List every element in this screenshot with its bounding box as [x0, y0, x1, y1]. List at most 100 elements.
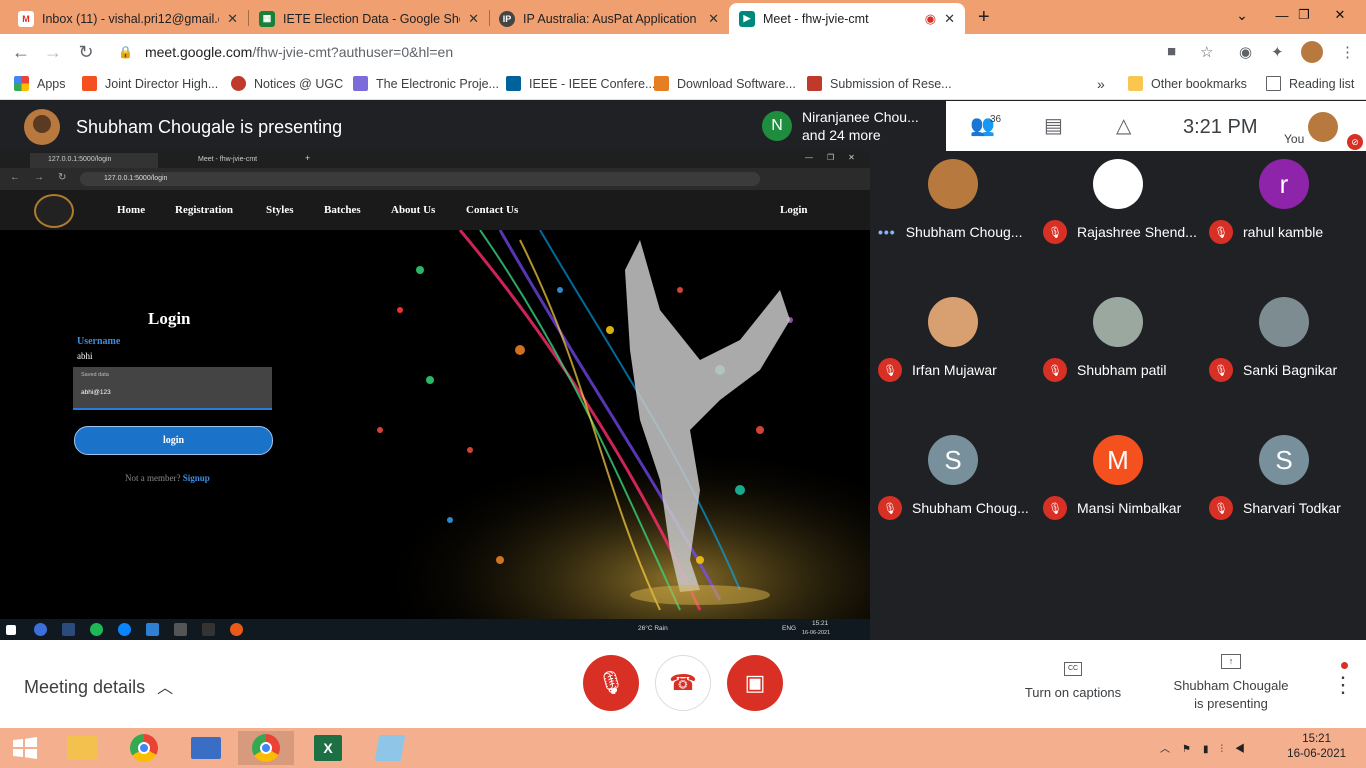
notepad-icon[interactable]	[362, 731, 418, 765]
ipa-icon: IP	[499, 10, 515, 27]
star-icon[interactable]: ☆	[1200, 43, 1213, 61]
forward-button[interactable]: →	[42, 42, 64, 62]
nav-home: Home	[117, 204, 146, 216]
bookmark-item[interactable]: IEEE - IEEE Confere...	[506, 76, 655, 91]
camera-off-button[interactable]: ▣	[727, 655, 783, 711]
shared-url: 127.0.0.1:5000/login	[80, 172, 760, 186]
meeting-details-button[interactable]: Meeting details ︿	[24, 674, 173, 698]
shared-tab-login: 127.0.0.1:5000/login	[30, 153, 158, 168]
present-status-button[interactable]: ↑ Shubham Chougale is presenting	[1160, 654, 1302, 713]
participant-avatar: S	[1259, 435, 1309, 485]
participant-tile[interactable]: 🎙 Shubham patil	[1035, 214, 1200, 382]
edge-icon	[118, 623, 131, 636]
back-button[interactable]: ←	[10, 42, 32, 62]
shared-window-controls: —❐✕	[805, 153, 869, 162]
lock-icon: 🔒	[118, 45, 133, 59]
menu-icon[interactable]: ⋮	[1340, 43, 1355, 61]
recording-icon: ◉	[924, 10, 937, 26]
participant-tile[interactable]: S 🎙 Sharvari Todkar	[1201, 352, 1366, 520]
windows-start-icon[interactable]	[0, 731, 50, 765]
captions-label: Turn on captions	[1024, 685, 1122, 700]
bookmark-item[interactable]: The Electronic Proje...	[353, 76, 499, 91]
shared-tab-strip: 127.0.0.1:5000/login Meet - fhw-jvie-cmt…	[0, 151, 870, 168]
shared-date: 16-06-2021	[802, 630, 831, 636]
nav-login: Login	[780, 204, 808, 216]
login-button: login	[74, 426, 273, 455]
tab-meet[interactable]: ▶ Meet - fhw-jvie-cmt ◉ ✕	[729, 3, 965, 34]
firefox-icon	[230, 623, 243, 636]
camera-icon[interactable]: ■	[1167, 43, 1176, 60]
participant-tile[interactable]: 🎙 Irfan Mujawar	[870, 214, 1035, 382]
captions-button[interactable]: CC Turn on captions	[1010, 662, 1136, 702]
address-bar[interactable]: 🔒 meet.google.com/fhw-jvie-cmt?authuser=…	[108, 38, 1233, 66]
nav-registration: Registration	[175, 204, 234, 216]
present-icon: ↑	[1221, 654, 1241, 669]
remote-desktop-icon[interactable]	[178, 731, 234, 765]
shared-weather: 26°C Rain	[638, 625, 668, 632]
more-options-icon[interactable]: ⋮	[1332, 672, 1354, 698]
profile-avatar[interactable]	[1301, 41, 1323, 63]
restore-button[interactable]: ❐	[1284, 0, 1324, 30]
participant-name: 🎙 Sharvari Todkar	[1209, 496, 1341, 520]
participant-tile[interactable]: ••• Shubham Choug...	[870, 76, 1035, 240]
tab-title: Meet - fhw-jvie-cmt	[763, 11, 869, 26]
presenting-label-1: Shubham Chougale	[1173, 678, 1289, 693]
close-icon[interactable]: ✕	[944, 11, 955, 27]
shared-time: 15:21	[812, 620, 829, 627]
chrome-icon[interactable]	[116, 731, 172, 765]
participant-tile[interactable]: M 🎙 Mansi Nimbalkar	[1035, 352, 1200, 520]
apps-grid-icon	[14, 76, 29, 91]
chrome-icon-active[interactable]	[238, 731, 294, 765]
mic-off-icon: 🎙	[1209, 496, 1233, 520]
screenshot-icon[interactable]: ◉	[1239, 43, 1252, 61]
bookmark-item[interactable]: Notices @ UGC	[231, 76, 343, 91]
notification-dot	[1341, 662, 1348, 669]
presenting-label-2: is presenting	[1194, 696, 1268, 711]
shared-lang: ENG	[782, 625, 797, 632]
shared-app-icon	[174, 623, 187, 636]
participant-tile[interactable]: r 🎙 rahul kamble	[1201, 76, 1366, 244]
new-tab-button[interactable]: +	[978, 6, 990, 29]
participant-tile[interactable]: S 🎙 Shubham Choug...	[870, 352, 1035, 520]
participant-avatar	[1093, 297, 1143, 347]
system-tray-icons[interactable]: ︿⚑▮⫶◀	[1160, 740, 1257, 755]
participant-avatar: M	[1093, 435, 1143, 485]
reload-button[interactable]: ↻	[75, 42, 97, 62]
participant-name-text: Shubham Choug...	[912, 500, 1029, 516]
windows-taskbar: X ︿⚑▮⫶◀ 15:21 16-06-2021	[0, 728, 1366, 768]
username-label: Username	[77, 336, 121, 347]
signup-link: Signup	[182, 473, 210, 483]
username-input: abhi	[77, 351, 93, 361]
file-explorer-icon[interactable]	[54, 731, 110, 765]
close-icon[interactable]: ✕	[708, 11, 719, 27]
shared-search-icon	[34, 623, 47, 636]
tab-title: IP Australia: AusPat Application D	[523, 11, 701, 26]
extensions-icon[interactable]: ✦	[1271, 43, 1284, 61]
shared-app-icon	[62, 623, 75, 636]
windows-clock[interactable]: 15:21 16-06-2021	[1287, 732, 1346, 762]
leave-call-button[interactable]: ☎	[655, 655, 711, 711]
participant-tile[interactable]: 🎙 Sanki Bagnikar	[1201, 214, 1366, 382]
bookmark-item[interactable]: Download Software...	[654, 76, 796, 91]
bookmark-apps[interactable]: Apps	[14, 76, 66, 91]
tab-sheets[interactable]: ▦ IETE Election Data - Google Shee ✕	[249, 3, 489, 34]
tab-ipaustralia[interactable]: IP IP Australia: AusPat Application D ✕	[489, 3, 729, 34]
nav-contact: Contact Us	[466, 204, 519, 216]
tab-gmail[interactable]: M Inbox (11) - vishal.pri12@gmail.c ✕	[8, 3, 248, 34]
participant-avatar	[1093, 159, 1143, 209]
dancer-hero-image	[0, 230, 870, 619]
notify-avatar: N	[762, 111, 792, 141]
eproj-icon	[353, 76, 368, 91]
participant-name-text: Sharvari Todkar	[1243, 500, 1341, 516]
bookmark-item[interactable]: Joint Director High...	[82, 76, 218, 91]
close-icon[interactable]: ✕	[468, 11, 479, 27]
tab-search-icon[interactable]: ⌄	[1222, 0, 1262, 30]
participant-tile[interactable]: 🎙 Rajashree Shend...	[1035, 76, 1200, 244]
close-icon[interactable]: ✕	[227, 11, 238, 27]
close-window-button[interactable]: ✕	[1320, 0, 1360, 30]
tab-title: Inbox (11) - vishal.pri12@gmail.c	[42, 11, 220, 26]
dancer-artwork	[0, 230, 870, 619]
spotify-icon	[90, 623, 103, 636]
mic-off-button[interactable]: 🎙	[583, 655, 639, 711]
excel-icon[interactable]: X	[300, 731, 356, 765]
